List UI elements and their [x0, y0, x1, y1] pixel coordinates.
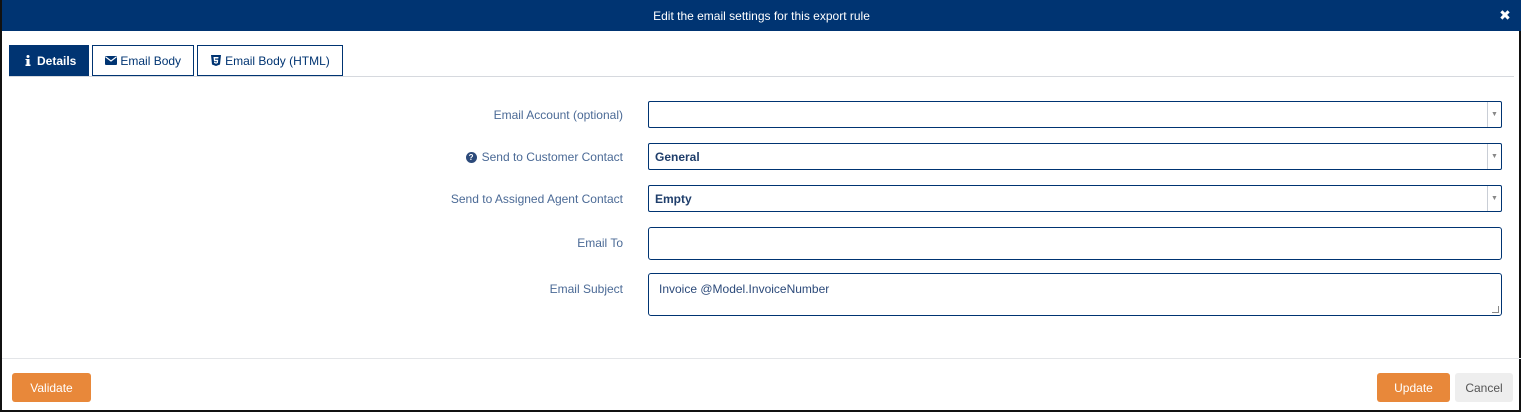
- tab-details[interactable]: Details: [9, 45, 90, 76]
- email-subject-label: Email Subject: [549, 282, 623, 296]
- info-icon: [22, 55, 34, 67]
- tab-email-body[interactable]: Email Body: [92, 45, 195, 76]
- resize-handle-icon[interactable]: [1492, 306, 1499, 313]
- validate-button[interactable]: Validate: [12, 373, 91, 402]
- chevron-down-icon: ▼: [1487, 186, 1501, 211]
- email-to-label: Email To: [577, 236, 623, 250]
- envelope-icon: [105, 55, 118, 67]
- agent-contact-select[interactable]: Empty ▼: [648, 185, 1502, 212]
- customer-contact-label: ? Send to Customer Contact: [465, 150, 623, 164]
- tab-email-body-label: Email Body: [120, 53, 182, 68]
- customer-contact-select[interactable]: General ▼: [648, 143, 1502, 170]
- customer-contact-value: General: [655, 149, 700, 164]
- chevron-down-icon: ▼: [1487, 144, 1501, 169]
- cancel-button[interactable]: Cancel: [1455, 373, 1513, 402]
- tab-divider: [9, 76, 1514, 77]
- dialog-title: Edit the email settings for this export …: [653, 8, 870, 23]
- tab-bar: Details Email Body Email Body (HTML): [9, 45, 343, 76]
- update-button[interactable]: Update: [1377, 373, 1450, 402]
- close-icon[interactable]: ✖: [1497, 7, 1513, 23]
- export-email-settings-dialog: Edit the email settings for this export …: [0, 0, 1521, 412]
- agent-contact-value: Empty: [655, 191, 692, 206]
- email-subject-textarea[interactable]: Invoice @Model.InvoiceNumber: [648, 273, 1502, 316]
- chevron-down-icon: ▼: [1487, 102, 1501, 127]
- dialog-titlebar: Edit the email settings for this export …: [2, 0, 1521, 31]
- email-account-select[interactable]: ▼: [648, 101, 1502, 128]
- email-account-label: Email Account (optional): [493, 108, 623, 122]
- email-to-input[interactable]: [648, 227, 1502, 260]
- tab-email-body-html-label: Email Body (HTML): [225, 53, 330, 68]
- agent-contact-label: Send to Assigned Agent Contact: [450, 192, 623, 206]
- tab-email-body-html[interactable]: Email Body (HTML): [197, 45, 343, 76]
- footer-divider: [2, 358, 1521, 359]
- email-subject-value: Invoice @Model.InvoiceNumber: [659, 282, 830, 296]
- tab-details-label: Details: [37, 53, 77, 68]
- html5-icon: [210, 55, 222, 67]
- question-circle-icon[interactable]: ?: [465, 151, 477, 163]
